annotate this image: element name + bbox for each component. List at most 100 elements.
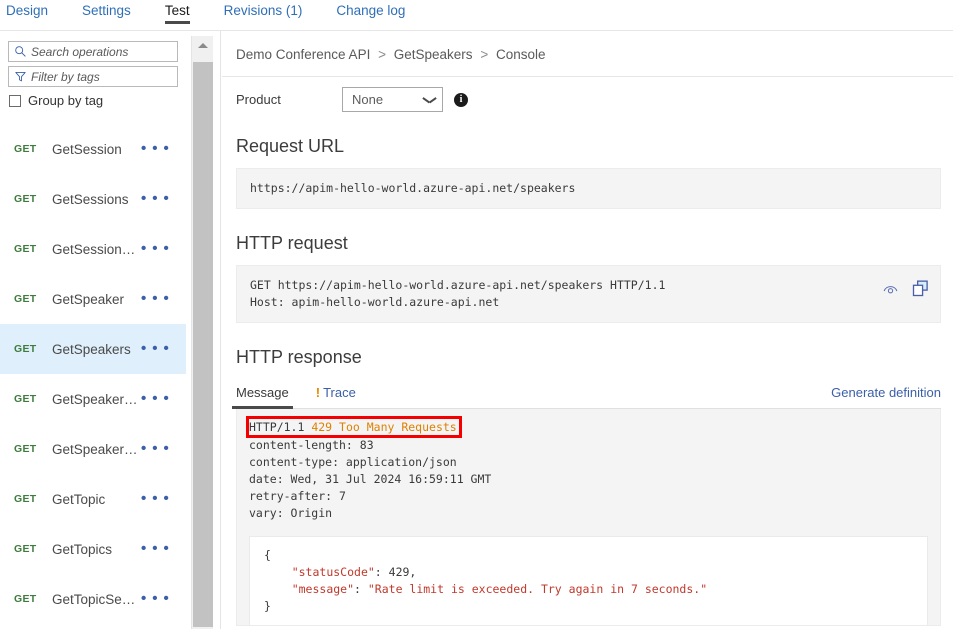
- breadcrumb: Demo Conference API > GetSpeakers > Cons…: [222, 31, 953, 62]
- group-by-tag-checkbox-row[interactable]: Group by tag: [8, 93, 178, 108]
- http-request-line-2: Host: apim-hello-world.azure-api.net: [250, 295, 499, 309]
- operation-row-getsession[interactable]: GET GetSession • • •: [0, 124, 186, 174]
- http-verb-badge: GET: [14, 343, 37, 355]
- tab-trace[interactable]: !Trace: [316, 385, 356, 408]
- operation-more-icon[interactable]: • • •: [141, 395, 170, 403]
- operation-name: GetSpeaker…: [52, 442, 138, 457]
- operation-more-icon[interactable]: • • •: [141, 345, 170, 353]
- http-response-heading: HTTP response: [222, 347, 953, 368]
- operation-row-getspeaker-truncated-2[interactable]: GET GetSpeaker… • • •: [0, 424, 186, 474]
- operation-name: GetSessions: [52, 192, 129, 207]
- info-icon[interactable]: i: [454, 93, 468, 107]
- response-headers: HTTP/1.1 429 Too Many Requests content-l…: [237, 418, 940, 522]
- nav-tab-settings[interactable]: Settings: [82, 0, 131, 24]
- product-label: Product: [236, 92, 342, 107]
- filter-by-tags-placeholder: Filter by tags: [31, 70, 100, 84]
- operation-name: GetTopics: [52, 542, 112, 557]
- operation-more-icon[interactable]: • • •: [141, 145, 170, 153]
- operation-row-getspeaker-truncated-1[interactable]: GET GetSpeaker… • • •: [0, 374, 186, 424]
- scrollbar-thumb[interactable]: [193, 62, 213, 627]
- warning-icon: !: [316, 385, 320, 400]
- group-by-tag-checkbox[interactable]: [9, 95, 21, 107]
- operation-more-icon[interactable]: • • •: [141, 545, 170, 553]
- nav-tab-change-log[interactable]: Change log: [336, 0, 405, 24]
- operation-row-gettopic[interactable]: GET GetTopic • • •: [0, 474, 186, 524]
- http-verb-badge: GET: [14, 293, 37, 305]
- operation-more-icon[interactable]: • • •: [141, 595, 170, 603]
- operations-sidebar: Search operations Filter by tags Group b…: [0, 31, 186, 629]
- group-by-tag-label: Group by tag: [28, 93, 103, 108]
- operation-row-getsession-truncated[interactable]: GET GetSession… • • •: [0, 224, 186, 274]
- scroll-up-arrow-icon[interactable]: [192, 36, 214, 55]
- http-request-content: GET https://apim-hello-world.azure-api.n…: [237, 266, 940, 322]
- search-operations-input[interactable]: Search operations: [8, 41, 178, 62]
- status-protocol: HTTP/1.1: [249, 420, 304, 434]
- sidebar-scrollbar[interactable]: [191, 36, 213, 629]
- operation-row-getsessions[interactable]: GET GetSessions • • •: [0, 174, 186, 224]
- response-body-json: { "statusCode": 429, "message": "Rate li…: [264, 547, 913, 615]
- product-dropdown[interactable]: None: [342, 87, 443, 112]
- http-verb-badge: GET: [14, 443, 37, 455]
- request-url-heading: Request URL: [222, 136, 953, 157]
- response-header-content-length: content-length: 83: [249, 438, 374, 452]
- product-selector-row: Product None i: [222, 77, 953, 112]
- json-key-message: "message": [292, 582, 354, 596]
- filter-by-tags-input[interactable]: Filter by tags: [8, 66, 178, 87]
- json-value-message: "Rate limit is exceeded. Try again in 7 …: [368, 582, 707, 596]
- top-navigation-bar: Design Settings Test Revisions (1) Chang…: [0, 0, 953, 30]
- json-key-statuscode: "statusCode": [292, 565, 375, 579]
- product-selected-value: None: [352, 92, 383, 107]
- search-icon: [9, 45, 31, 58]
- breadcrumb-separator: >: [476, 47, 492, 62]
- breadcrumb-separator: >: [374, 47, 390, 62]
- status-code-text: 429 Too Many Requests: [311, 420, 456, 434]
- nav-tab-revisions[interactable]: Revisions (1): [224, 0, 303, 24]
- operation-row-getspeakers[interactable]: GET GetSpeakers • • •: [0, 324, 186, 374]
- operation-row-getspeaker[interactable]: GET GetSpeaker • • •: [0, 274, 186, 324]
- request-url-value: https://apim-hello-world.azure-api.net/s…: [237, 169, 940, 208]
- http-request-box: GET https://apim-hello-world.azure-api.n…: [236, 265, 941, 323]
- apim-test-console-window: Design Settings Test Revisions (1) Chang…: [0, 0, 953, 629]
- response-header-date: date: Wed, 31 Jul 2024 16:59:11 GMT: [249, 472, 491, 486]
- operation-more-icon[interactable]: • • •: [141, 495, 170, 503]
- operation-name: GetSpeaker…: [52, 392, 138, 407]
- response-status-line: HTTP/1.1 429 Too Many Requests: [246, 418, 460, 437]
- operation-more-icon[interactable]: • • •: [141, 295, 170, 303]
- http-request-line-1: GET https://apim-hello-world.azure-api.n…: [250, 278, 665, 292]
- breadcrumb-operation[interactable]: GetSpeakers: [394, 47, 473, 62]
- breadcrumb-api[interactable]: Demo Conference API: [236, 47, 370, 62]
- tab-trace-label: Trace: [323, 385, 356, 400]
- operation-name: GetSpeakers: [52, 342, 131, 357]
- http-verb-badge: GET: [14, 593, 37, 605]
- generate-definition-link[interactable]: Generate definition: [831, 385, 941, 400]
- http-request-actions: [882, 280, 929, 297]
- operation-more-icon[interactable]: • • •: [141, 245, 170, 253]
- http-verb-badge: GET: [14, 143, 37, 155]
- operation-name: GetSession…: [52, 242, 135, 257]
- response-message-panel: HTTP/1.1 429 Too Many Requests content-l…: [236, 409, 941, 626]
- nav-tab-design[interactable]: Design: [6, 0, 48, 24]
- nav-tab-test[interactable]: Test: [165, 0, 190, 24]
- http-request-heading: HTTP request: [222, 233, 953, 254]
- eye-icon[interactable]: [882, 282, 899, 295]
- operation-row-gettopics[interactable]: GET GetTopics • • •: [0, 524, 186, 574]
- http-verb-badge: GET: [14, 543, 37, 555]
- search-operations-placeholder: Search operations: [31, 45, 128, 59]
- filter-icon: [9, 70, 31, 83]
- console-main-panel: Demo Conference API > GetSpeakers > Cons…: [222, 31, 953, 629]
- operation-more-icon[interactable]: • • •: [141, 445, 170, 453]
- response-body-box: { "statusCode": 429, "message": "Rate li…: [249, 536, 928, 626]
- response-header-content-type: content-type: application/json: [249, 455, 457, 469]
- http-verb-badge: GET: [14, 243, 37, 255]
- http-verb-badge: GET: [14, 493, 37, 505]
- json-open-brace: {: [264, 548, 271, 562]
- panel-divider: [213, 31, 221, 629]
- tab-message[interactable]: Message: [236, 385, 289, 408]
- http-verb-badge: GET: [14, 193, 37, 205]
- operation-name: GetTopic: [52, 492, 105, 507]
- operation-more-icon[interactable]: • • •: [141, 195, 170, 203]
- request-url-box: https://apim-hello-world.azure-api.net/s…: [236, 168, 941, 209]
- operation-row-gettopicse-truncated[interactable]: GET GetTopicSe… • • •: [0, 574, 186, 624]
- response-header-retry-after: retry-after: 7: [249, 489, 346, 503]
- copy-icon[interactable]: [912, 280, 929, 297]
